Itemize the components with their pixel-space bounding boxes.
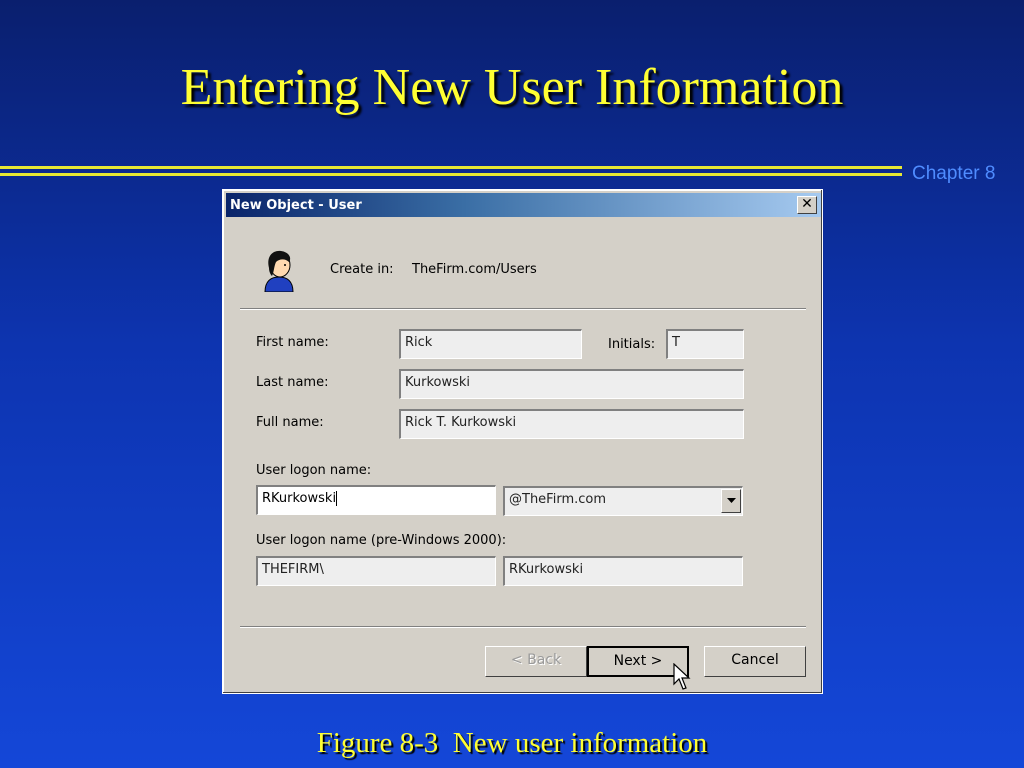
full-name-value: Rick T. Kurkowski [405, 415, 517, 430]
user-icon [264, 250, 294, 292]
pre2000-domain-value: THEFIRM\ [262, 562, 324, 577]
dialog-title: New Object - User [230, 198, 362, 213]
first-name-value: Rick [405, 335, 433, 350]
figure-caption: Figure 8-3 New user information [316, 727, 708, 759]
back-button[interactable]: < Back [485, 646, 587, 677]
last-name-value: Kurkowski [405, 375, 471, 390]
domain-dropdown-button[interactable] [721, 489, 741, 513]
pre2000-domain-field: THEFIRM\ [256, 556, 496, 586]
text-caret [336, 491, 338, 506]
domain-select-value: @TheFirm.com [509, 492, 606, 507]
cancel-button[interactable]: Cancel [704, 646, 806, 677]
first-name-label: First name: [256, 335, 329, 350]
chevron-down-icon [727, 498, 736, 503]
mouse-pointer-icon [673, 663, 691, 690]
create-in-label: Create in: [330, 262, 394, 277]
full-name-field[interactable]: Rick T. Kurkowski [399, 409, 744, 439]
full-name-label: Full name: [256, 415, 324, 430]
pre2000-user-field[interactable]: RKurkowski [503, 556, 743, 586]
separator [240, 308, 806, 310]
initials-label: Initials: [608, 337, 656, 352]
separator [240, 626, 806, 628]
initials-value: T [672, 335, 680, 350]
initials-field[interactable]: T [666, 329, 744, 359]
title-rule-top [0, 166, 902, 169]
dialog-titlebar[interactable]: New Object - User ✕ [226, 193, 821, 217]
logon-name-input[interactable]: RKurkowski [256, 485, 496, 515]
close-icon: ✕ [801, 196, 813, 212]
pre2000-label: User logon name (pre-Windows 2000): [256, 533, 507, 548]
first-name-field[interactable]: Rick [399, 329, 582, 359]
logon-name-label: User logon name: [256, 463, 372, 478]
pre2000-user-value: RKurkowski [509, 562, 584, 577]
chapter-label: Chapter 8 [912, 163, 996, 184]
slide-title: Entering New User Information [180, 59, 844, 116]
new-user-dialog: New Object - User ✕ Create in: TheFirm.c… [222, 189, 823, 694]
logon-name-value: RKurkowski [262, 491, 337, 506]
close-button[interactable]: ✕ [797, 196, 817, 214]
last-name-label: Last name: [256, 375, 329, 390]
last-name-field[interactable]: Kurkowski [399, 369, 744, 399]
domain-select[interactable]: @TheFirm.com [503, 486, 743, 516]
create-in-value: TheFirm.com/Users [412, 262, 537, 277]
title-rule-bottom [0, 173, 902, 176]
